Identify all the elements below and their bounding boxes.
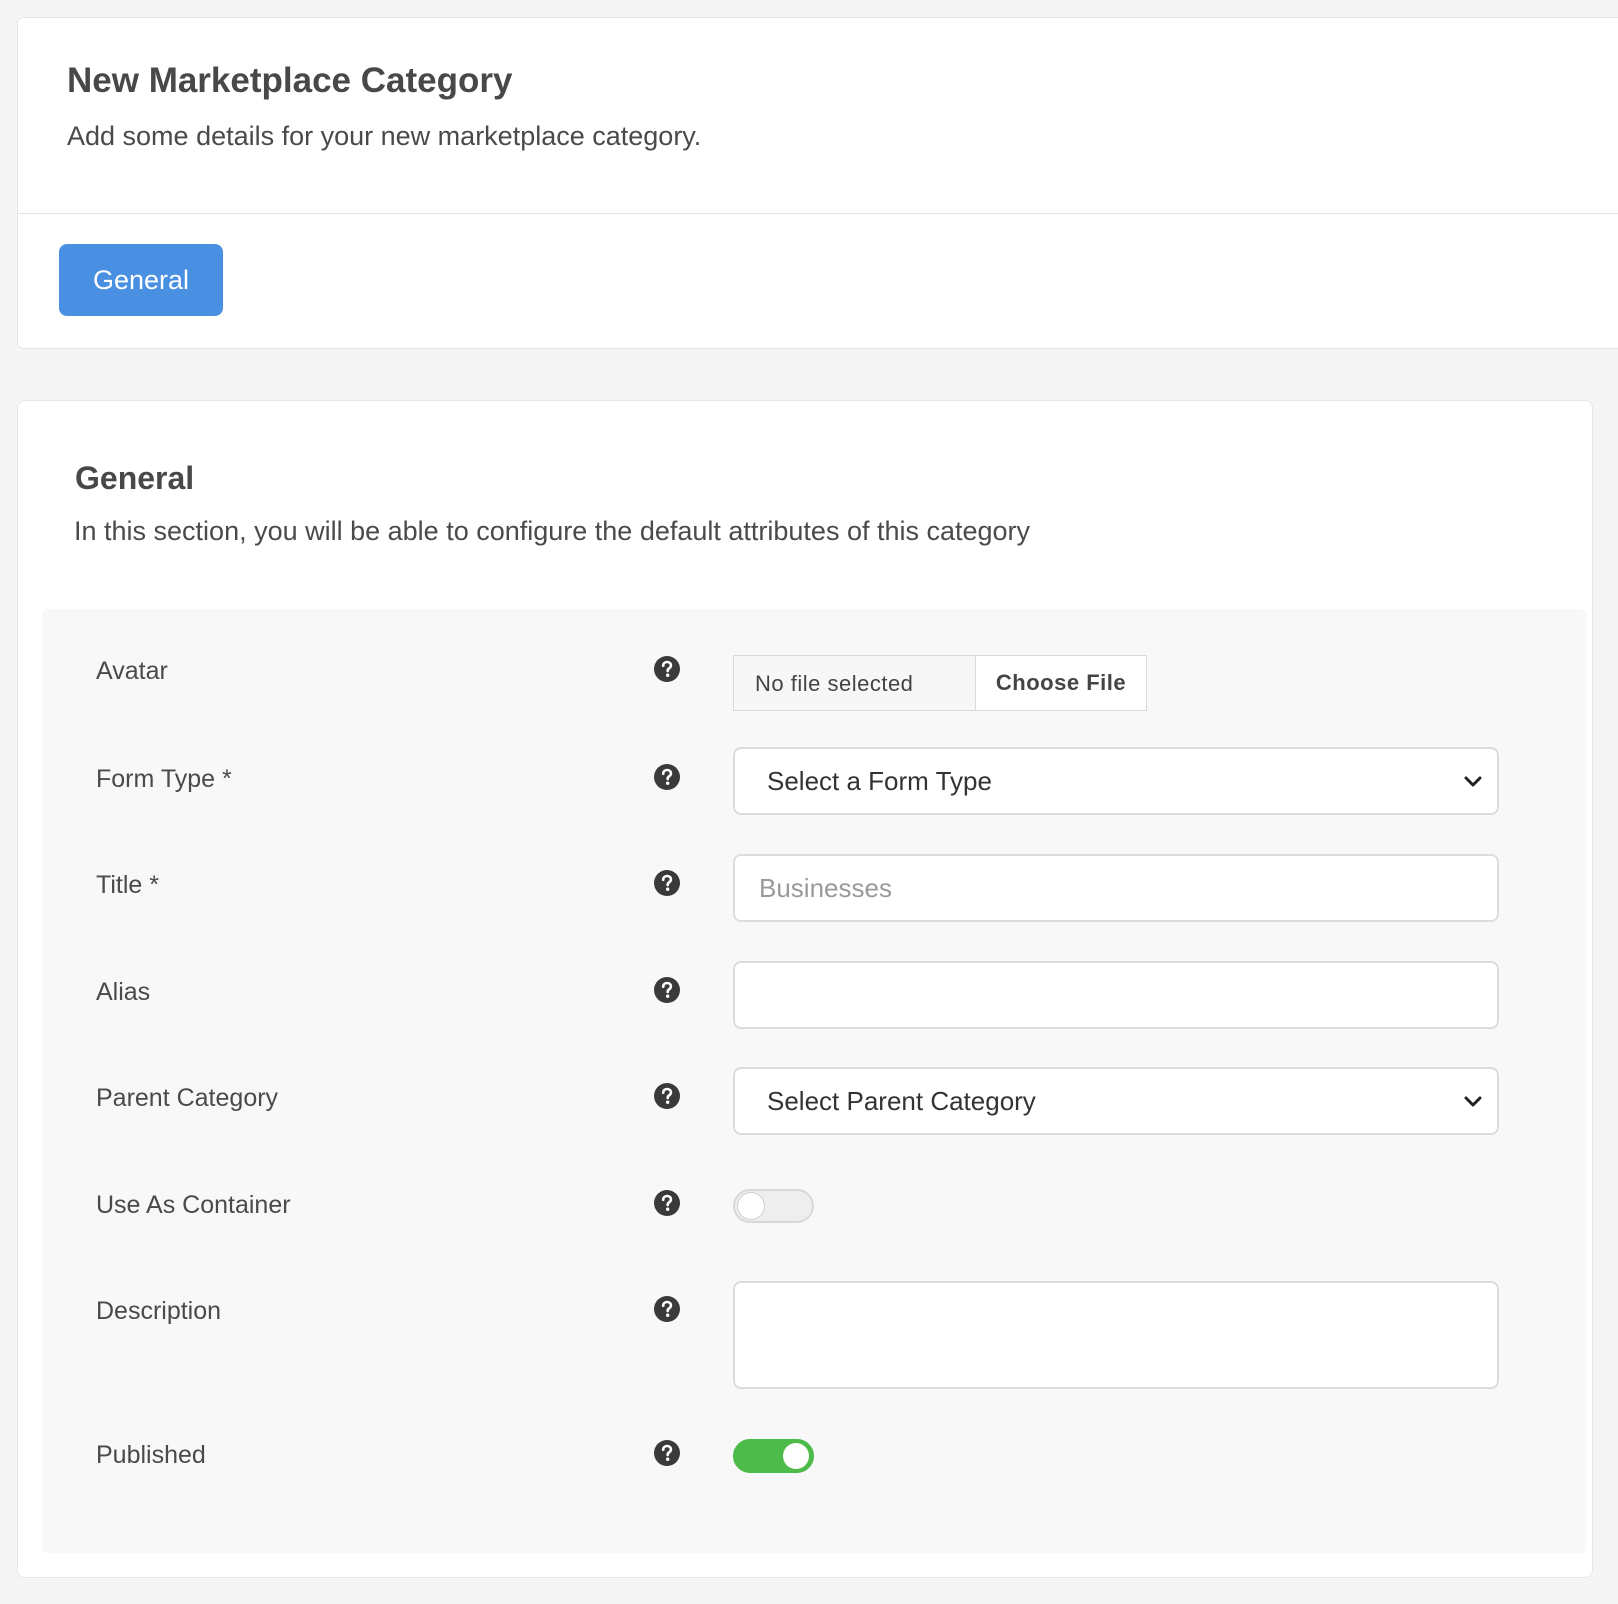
section-description: In this section, you will be able to con… — [74, 516, 1031, 546]
alias-label: Alias — [96, 978, 151, 1006]
page-subtitle: Add some details for your new marketplac… — [67, 121, 702, 151]
help-icon[interactable] — [653, 1189, 681, 1217]
avatar-file-input[interactable]: No file selected Choose File — [733, 655, 1147, 711]
use-as-container-toggle[interactable] — [733, 1189, 814, 1223]
title-input[interactable]: Businesses — [733, 854, 1499, 922]
help-icon[interactable] — [653, 1295, 681, 1323]
chevron-down-icon — [1464, 776, 1482, 787]
page-header: New Marketplace Category Add some detail… — [18, 18, 1618, 214]
tab-general[interactable]: General — [59, 244, 223, 316]
page-header-card: New Marketplace Category Add some detail… — [17, 17, 1618, 349]
general-section-card: General In this section, you will be abl… — [17, 400, 1593, 1578]
description-label: Description — [96, 1297, 222, 1325]
form-type-label: Form Type * — [96, 765, 232, 793]
parent-category-label: Parent Category — [96, 1084, 279, 1112]
toggle-knob — [783, 1443, 809, 1469]
tab-bar: General — [18, 214, 1618, 316]
form-type-select[interactable]: Select a Form Type — [733, 747, 1499, 815]
description-textarea[interactable] — [733, 1281, 1499, 1389]
help-icon[interactable] — [653, 1439, 681, 1467]
chevron-down-icon — [1464, 1096, 1482, 1107]
toggle-knob — [738, 1193, 764, 1219]
use-as-container-label: Use As Container — [96, 1191, 291, 1219]
parent-category-select-value: Select Parent Category — [767, 1086, 1036, 1116]
file-status-text: No file selected — [734, 656, 976, 710]
help-icon[interactable] — [653, 655, 681, 683]
choose-file-button[interactable]: Choose File — [976, 656, 1146, 710]
help-icon[interactable] — [653, 976, 681, 1004]
published-label: Published — [96, 1441, 206, 1469]
help-icon[interactable] — [653, 763, 681, 791]
published-toggle[interactable] — [733, 1439, 814, 1473]
avatar-label: Avatar — [96, 657, 168, 685]
title-input-placeholder: Businesses — [759, 873, 892, 903]
alias-input[interactable] — [733, 961, 1499, 1029]
form-type-select-value: Select a Form Type — [767, 766, 992, 796]
title-label: Title * — [96, 871, 159, 899]
help-icon[interactable] — [653, 869, 681, 897]
section-title: General — [75, 460, 195, 496]
help-icon[interactable] — [653, 1082, 681, 1110]
form-panel: Avatar No file selected Choose File Form… — [42, 609, 1586, 1553]
page-title: New Marketplace Category — [67, 61, 513, 100]
parent-category-select[interactable]: Select Parent Category — [733, 1067, 1499, 1135]
